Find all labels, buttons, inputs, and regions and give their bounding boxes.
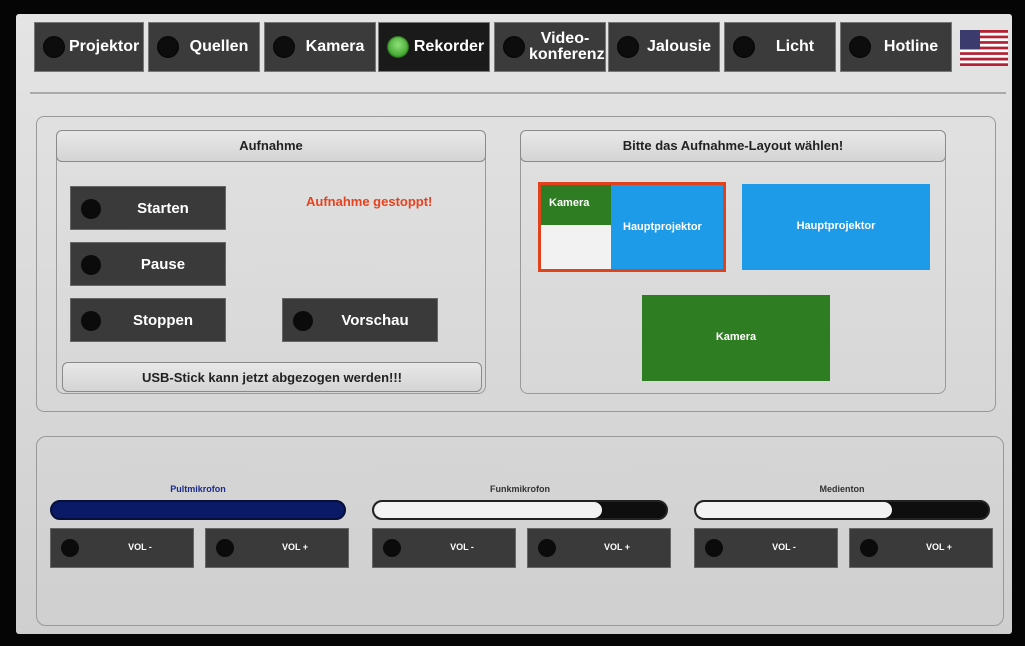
- status-led: [849, 36, 871, 58]
- status-led: [617, 36, 639, 58]
- channel-label: Funkmikrofon: [490, 484, 550, 494]
- pause-button[interactable]: Pause: [70, 242, 226, 286]
- status-led: [538, 539, 556, 557]
- vol-down-button[interactable]: VOL -: [372, 528, 516, 568]
- camera-tile-label: Kamera: [549, 197, 590, 209]
- layout-option-projector[interactable]: Hauptprojektor: [742, 184, 930, 270]
- tab-label: Kamera: [305, 38, 365, 55]
- layout-option-camera-projector[interactable]: Kamera Hauptprojektor: [538, 182, 726, 272]
- status-led: [387, 36, 409, 58]
- status-led: [157, 36, 179, 58]
- tab-videokonferenz[interactable]: Video- konferenz: [494, 22, 606, 72]
- tab-label: Jalousie: [646, 38, 712, 55]
- projector-tile-label: Hauptprojektor: [796, 220, 876, 232]
- stop-label: Stoppen: [133, 312, 193, 329]
- status-led: [293, 311, 313, 331]
- pause-label: Pause: [140, 256, 186, 273]
- status-led: [383, 539, 401, 557]
- recording-status-text: Aufnahme gestoppt!: [306, 194, 433, 209]
- status-led: [81, 311, 101, 331]
- vol-up-button[interactable]: VOL +: [527, 528, 671, 568]
- vol-down-button[interactable]: VOL -: [694, 528, 838, 568]
- vol-up-button[interactable]: VOL +: [205, 528, 349, 568]
- divider: [30, 92, 1006, 94]
- tab-label: Hotline: [883, 38, 939, 55]
- tab-label: Quellen: [189, 38, 249, 55]
- vol-down-label: VOL -: [450, 542, 474, 552]
- status-led: [216, 539, 234, 557]
- vol-up-label: VOL +: [281, 542, 309, 552]
- start-button[interactable]: Starten: [70, 186, 226, 230]
- vol-down-label: VOL -: [128, 542, 152, 552]
- status-led: [61, 539, 79, 557]
- tab-label: Video- konferenz: [529, 30, 605, 63]
- tab-label: Rekorder: [413, 38, 485, 55]
- tab-kamera[interactable]: Kamera: [264, 22, 376, 72]
- usb-message: USB-Stick kann jetzt abgezogen werden!!!: [62, 362, 482, 392]
- projector-tile-label: Hauptprojektor: [623, 221, 702, 233]
- status-led: [860, 539, 878, 557]
- layout-title: Bitte das Aufnahme-Layout wählen!: [520, 130, 946, 162]
- volume-level: [696, 502, 892, 518]
- status-led: [81, 255, 101, 275]
- vol-up-label: VOL +: [603, 542, 631, 552]
- tab-label: Projektor: [69, 38, 140, 55]
- tab-label: Licht: [775, 38, 815, 55]
- channel-label: Pultmikrofon: [170, 484, 226, 494]
- volume-slider[interactable]: [50, 500, 346, 520]
- preview-button[interactable]: Vorschau: [282, 298, 438, 342]
- us-flag-icon[interactable]: [960, 30, 1008, 66]
- recording-title: Aufnahme: [56, 130, 486, 162]
- start-label: Starten: [137, 200, 189, 217]
- tab-hotline[interactable]: Hotline: [840, 22, 952, 72]
- status-led: [733, 36, 755, 58]
- status-led: [43, 36, 65, 58]
- main-nav: Projektor Quellen Kamera Rekorder Video-…: [14, 22, 1010, 84]
- projector-tile: Hauptprojektor: [611, 185, 723, 269]
- stop-button[interactable]: Stoppen: [70, 298, 226, 342]
- tab-jalousie[interactable]: Jalousie: [608, 22, 720, 72]
- vol-down-button[interactable]: VOL -: [50, 528, 194, 568]
- status-led: [705, 539, 723, 557]
- vol-down-label: VOL -: [772, 542, 796, 552]
- tab-licht[interactable]: Licht: [724, 22, 836, 72]
- status-led: [273, 36, 295, 58]
- volume-level: [374, 502, 602, 518]
- tab-rekorder[interactable]: Rekorder: [378, 22, 490, 72]
- layout-option-camera[interactable]: Kamera: [642, 295, 830, 381]
- preview-label: Vorschau: [341, 312, 409, 329]
- tab-quellen[interactable]: Quellen: [148, 22, 260, 72]
- volume-slider[interactable]: [372, 500, 668, 520]
- tab-projektor[interactable]: Projektor: [34, 22, 144, 72]
- camera-tile-label: Kamera: [715, 331, 757, 343]
- volume-slider[interactable]: [694, 500, 990, 520]
- vol-up-label: VOL +: [925, 542, 953, 552]
- status-led: [81, 199, 101, 219]
- channel-label: Medienton: [819, 484, 865, 494]
- camera-tile: Kamera: [541, 185, 611, 225]
- status-led: [503, 36, 525, 58]
- vol-up-button[interactable]: VOL +: [849, 528, 993, 568]
